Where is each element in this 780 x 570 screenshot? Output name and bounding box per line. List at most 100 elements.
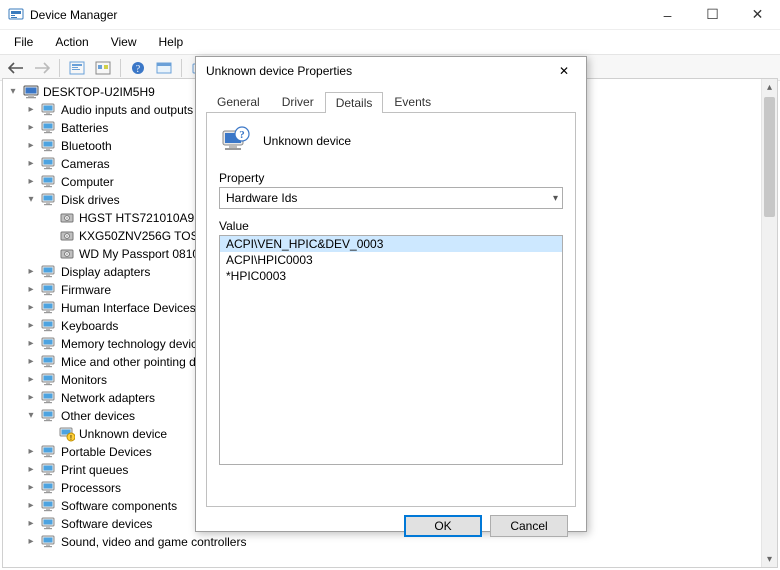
tree-item-label: Processors <box>61 479 121 497</box>
disk-icon <box>59 246 75 262</box>
dialog-close-button[interactable]: ✕ <box>548 59 580 83</box>
svg-text:?: ? <box>239 129 245 141</box>
tab-events[interactable]: Events <box>383 91 442 112</box>
tree-item-label: Bluetooth <box>61 137 112 155</box>
category-icon <box>41 516 57 532</box>
tree-root-label: DESKTOP-U2IM5H9 <box>43 83 155 101</box>
tree-item-label: Disk drives <box>61 191 120 209</box>
toolbar-back-button[interactable] <box>4 57 28 79</box>
tree-item-label: Software devices <box>61 515 152 533</box>
menu-action[interactable]: Action <box>45 32 98 52</box>
tree-item-label: Audio inputs and outputs <box>61 101 193 119</box>
expand-icon[interactable]: ▸ <box>25 518 37 530</box>
tree-item-label: Software components <box>61 497 177 515</box>
app-icon <box>8 7 24 23</box>
category-icon <box>41 498 57 514</box>
window-maximize-button[interactable]: ☐ <box>690 0 735 30</box>
tree-item-label: Display adapters <box>61 263 150 281</box>
tab-details[interactable]: Details <box>325 92 384 113</box>
window-titlebar: Device Manager – ☐ ✕ <box>0 0 780 30</box>
property-select-value: Hardware Ids <box>226 191 297 205</box>
category-icon <box>41 444 57 460</box>
category-icon <box>41 354 57 370</box>
category-icon <box>41 138 57 154</box>
expand-icon[interactable]: ▸ <box>25 284 37 296</box>
property-select[interactable]: Hardware Ids ▾ <box>219 187 563 209</box>
category-icon <box>41 462 57 478</box>
tab-general[interactable]: General <box>206 91 271 112</box>
dialog-title: Unknown device Properties <box>206 64 548 78</box>
collapse-icon[interactable]: ▾ <box>25 194 37 206</box>
tree-item-label: Batteries <box>61 119 108 137</box>
category-icon <box>41 174 57 190</box>
expand-icon[interactable]: ▸ <box>25 536 37 548</box>
expand-icon[interactable]: ▸ <box>25 176 37 188</box>
category-icon <box>41 156 57 172</box>
expand-icon[interactable]: ▸ <box>25 374 37 386</box>
category-icon <box>41 102 57 118</box>
collapse-icon[interactable]: ▾ <box>25 410 37 422</box>
computer-icon <box>23 84 39 100</box>
category-icon <box>41 192 57 208</box>
category-icon <box>41 300 57 316</box>
menu-help[interactable]: Help <box>149 32 194 52</box>
vertical-scrollbar[interactable]: ▴ ▾ <box>761 79 777 567</box>
expand-icon[interactable]: ▸ <box>25 140 37 152</box>
tab-driver[interactable]: Driver <box>271 91 325 112</box>
scrollbar-down-button[interactable]: ▾ <box>762 551 777 567</box>
svg-text:?: ? <box>136 64 141 75</box>
toolbar-separator <box>181 59 182 77</box>
toolbar-help-button[interactable]: ? <box>126 57 150 79</box>
category-icon <box>41 372 57 388</box>
toolbar-forward-button[interactable] <box>30 57 54 79</box>
dialog-tabstrip: General Driver Details Events <box>206 89 576 113</box>
expand-icon[interactable]: ▸ <box>25 104 37 116</box>
scrollbar-up-button[interactable]: ▴ <box>762 79 777 95</box>
menu-file[interactable]: File <box>4 32 43 52</box>
tree-item-label: Human Interface Devices <box>61 299 196 317</box>
expand-icon[interactable]: ▸ <box>25 482 37 494</box>
collapse-icon[interactable]: ▾ <box>7 86 19 98</box>
expand-icon[interactable]: ▸ <box>25 158 37 170</box>
ok-button[interactable]: OK <box>404 515 482 537</box>
disk-icon <box>59 210 75 226</box>
tree-item-label: Other devices <box>61 407 135 425</box>
tree-item-label: Firmware <box>61 281 111 299</box>
category-icon <box>41 480 57 496</box>
value-item[interactable]: ACPI\HPIC0003 <box>220 252 562 268</box>
category-icon <box>41 534 57 550</box>
category-icon <box>41 408 57 424</box>
category-icon <box>41 282 57 298</box>
expand-icon[interactable]: ▸ <box>25 122 37 134</box>
expand-icon[interactable]: ▸ <box>25 338 37 350</box>
cancel-button[interactable]: Cancel <box>490 515 568 537</box>
window-title: Device Manager <box>30 8 645 22</box>
tree-item-label: Portable Devices <box>61 443 152 461</box>
value-listbox[interactable]: ACPI\VEN_HPIC&DEV_0003ACPI\HPIC0003*HPIC… <box>219 235 563 465</box>
menu-view[interactable]: View <box>101 32 147 52</box>
tree-item-label: Monitors <box>61 371 107 389</box>
category-icon <box>41 336 57 352</box>
expand-icon[interactable]: ▸ <box>25 464 37 476</box>
expand-icon[interactable]: ▸ <box>25 266 37 278</box>
svg-text:!: ! <box>70 435 72 442</box>
expand-icon[interactable]: ▸ <box>25 500 37 512</box>
scrollbar-thumb[interactable] <box>764 97 775 217</box>
value-item[interactable]: *HPIC0003 <box>220 268 562 284</box>
tree-item-label: Memory technology devices <box>61 335 210 353</box>
value-item[interactable]: ACPI\VEN_HPIC&DEV_0003 <box>220 236 562 252</box>
toolbar-properties-button[interactable] <box>65 57 89 79</box>
toolbar-scan-button[interactable] <box>91 57 115 79</box>
tree-item-label: Keyboards <box>61 317 118 335</box>
dialog-titlebar[interactable]: Unknown device Properties ✕ <box>196 57 586 85</box>
value-label: Value <box>219 219 563 233</box>
expand-icon[interactable]: ▸ <box>25 302 37 314</box>
menubar: File Action View Help <box>0 30 780 55</box>
toolbar-view-button[interactable] <box>152 57 176 79</box>
window-minimize-button[interactable]: – <box>645 0 690 30</box>
expand-icon[interactable]: ▸ <box>25 356 37 368</box>
expand-icon[interactable]: ▸ <box>25 392 37 404</box>
expand-icon[interactable]: ▸ <box>25 446 37 458</box>
expand-icon[interactable]: ▸ <box>25 320 37 332</box>
window-close-button[interactable]: ✕ <box>735 0 780 30</box>
